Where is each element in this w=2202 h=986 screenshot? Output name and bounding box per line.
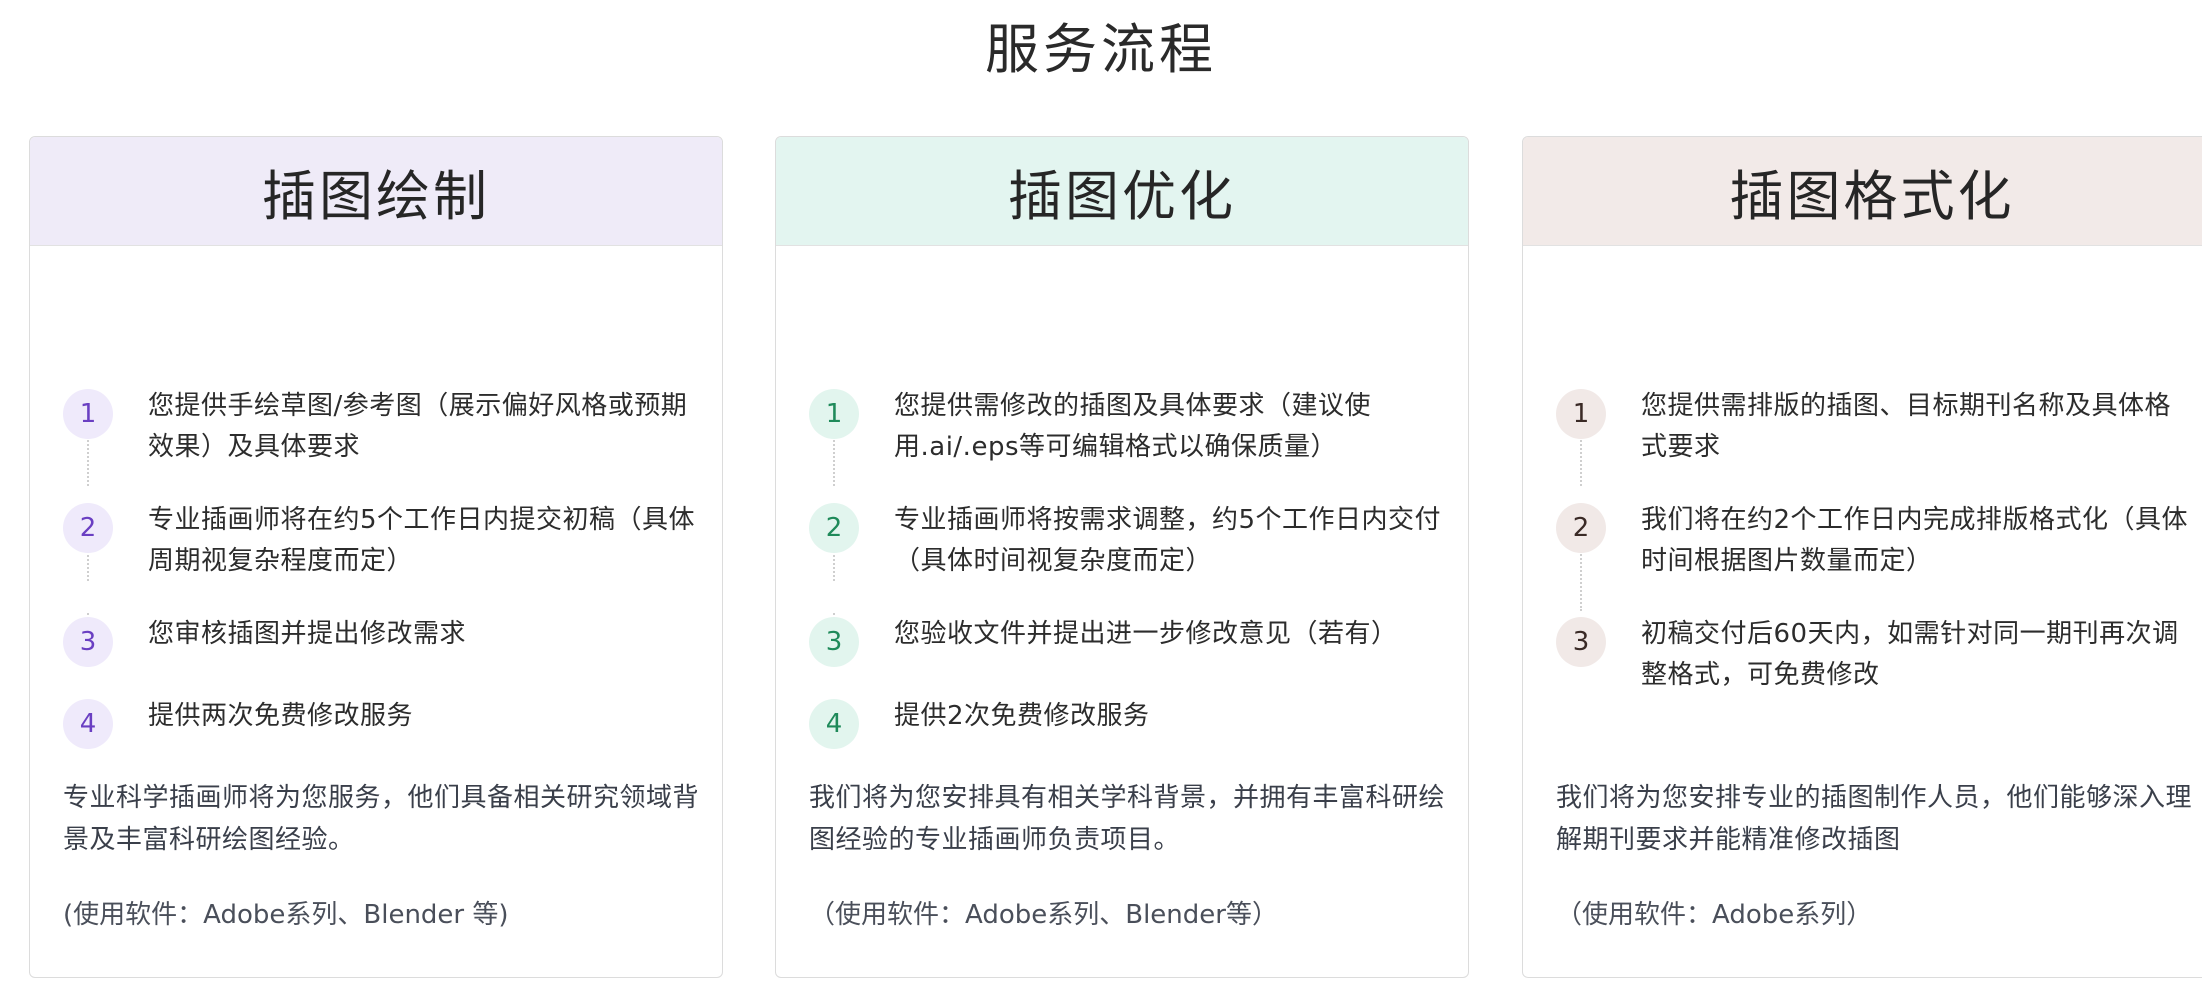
step-number-badge: 4 [63,699,113,749]
step-number-badge: 2 [63,503,113,553]
step-number-badge: 1 [1556,389,1606,439]
step-text: 专业插画师将在约5个工作日内提交初稿（具体周期视复杂程度而定） [148,500,698,582]
step-text: 提供2次免费修改服务 [894,696,1444,737]
step-number-badge: 2 [809,503,859,553]
card-title: 插图格式化 [1523,137,2202,246]
step-text: 我们将在约2个工作日内完成排版格式化（具体时间根据图片数量而定） [1641,500,2191,582]
step-number-badge: 1 [809,389,859,439]
step-text: 您审核插图并提出修改需求 [148,614,698,655]
step-text: 提供两次免费修改服务 [148,696,698,737]
service-card-illustration-drawing: 插图绘制 1 您提供手绘草图/参考图（展示偏好风格或预期效果）及具体要求 2 专… [29,136,723,978]
step-number-badge: 3 [63,617,113,667]
card-description: 专业科学插画师将为您服务，他们具备相关研究领域背景及丰富科研绘图经验。 [63,777,703,861]
step-number-badge: 1 [63,389,113,439]
step-text: 您提供手绘草图/参考图（展示偏好风格或预期效果）及具体要求 [148,386,698,468]
step-text: 初稿交付后60天内，如需针对同一期刊再次调整格式，可免费修改 [1641,614,2191,696]
card-description: 我们将为您安排专业的插图制作人员，他们能够深入理解期刊要求并能精准修改插图 [1556,777,2196,861]
step-list: 1 您提供需修改的插图及具体要求（建议使用.ai/.eps等可编辑格式以确保质量… [776,246,1468,666]
card-description: 我们将为您安排具有相关学科背景，并拥有丰富科研绘图经验的专业插画师负责项目。 [809,777,1449,861]
page-title: 服务流程 [0,14,2202,86]
step-text: 专业插画师将按需求调整，约5个工作日内交付（具体时间视复杂度而定） [894,500,1444,582]
software-note: (使用软件：Adobe系列、Blender 等) [63,897,509,933]
step-number-badge: 4 [809,699,859,749]
step-number-badge: 3 [1556,617,1606,667]
card-title: 插图优化 [776,137,1468,246]
step-text: 您提供需排版的插图、目标期刊名称及具体格式要求 [1641,386,2191,468]
step-text: 您验收文件并提出进一步修改意见（若有） [894,614,1444,655]
service-card-illustration-optimization: 插图优化 1 您提供需修改的插图及具体要求（建议使用.ai/.eps等可编辑格式… [775,136,1469,978]
software-note: （使用软件：Adobe系列） [1556,897,1872,933]
step-text: 您提供需修改的插图及具体要求（建议使用.ai/.eps等可编辑格式以确保质量） [894,386,1444,468]
card-title: 插图绘制 [30,137,722,246]
step-number-badge: 2 [1556,503,1606,553]
service-card-illustration-formatting: 插图格式化 1 您提供需排版的插图、目标期刊名称及具体格式要求 2 我们将在约2… [1522,136,2202,978]
step-list: 1 您提供手绘草图/参考图（展示偏好风格或预期效果）及具体要求 2 专业插画师将… [30,246,722,666]
step-list: 1 您提供需排版的插图、目标期刊名称及具体格式要求 2 我们将在约2个工作日内完… [1523,246,2202,666]
software-note: （使用软件：Adobe系列、Blender等） [809,897,1278,933]
step-number-badge: 3 [809,617,859,667]
